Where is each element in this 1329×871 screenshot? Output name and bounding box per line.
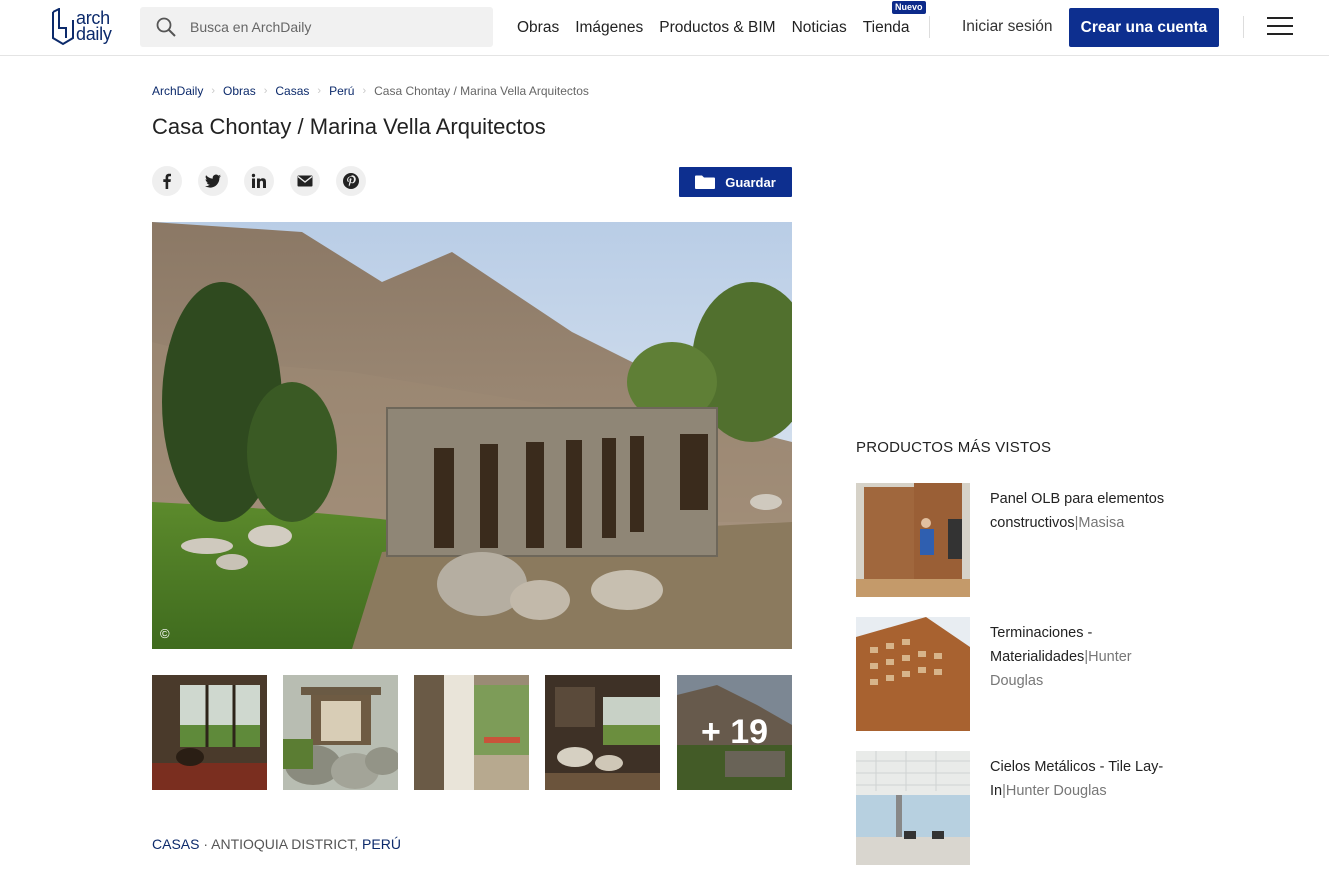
facebook-icon[interactable]	[152, 166, 182, 196]
product-image[interactable]	[856, 751, 970, 865]
create-account-button[interactable]: Crear una cuenta	[1069, 8, 1219, 47]
nav-noticias[interactable]: Noticias	[792, 19, 847, 37]
breadcrumb-casas[interactable]: Casas	[275, 84, 309, 98]
archdaily-logo[interactable]: arch daily	[50, 6, 120, 50]
pinterest-icon[interactable]	[336, 166, 366, 196]
logo-wordmark: arch daily	[76, 8, 112, 44]
tag-category[interactable]: CASAS	[152, 836, 199, 852]
menu-divider	[1243, 16, 1244, 38]
product-card[interactable]: Cielos Metálicos - Tile Lay-In|Hunter Do…	[856, 751, 1186, 865]
gallery-thumb-1[interactable]	[152, 675, 267, 790]
gallery-thumb-5[interactable]: + 19	[677, 675, 792, 790]
nav-obras[interactable]: Obras	[517, 19, 559, 37]
twitter-icon[interactable]	[198, 166, 228, 196]
tag-country[interactable]: PERÚ	[362, 836, 401, 852]
product-image[interactable]	[856, 617, 970, 731]
search-icon	[156, 17, 176, 37]
chevron-right-icon: ›	[317, 85, 322, 97]
search-bar[interactable]	[140, 7, 493, 47]
folder-icon	[695, 175, 716, 189]
hero-photo[interactable]: ©	[152, 222, 792, 649]
save-label: Guardar	[725, 174, 776, 190]
search-input[interactable]	[190, 7, 480, 47]
page-title: Casa Chontay / Marina Vella Arquitectos	[152, 114, 546, 139]
breadcrumb-current: Casa Chontay / Marina Vella Arquitectos	[374, 84, 589, 98]
product-brand[interactable]: Hunter Douglas	[1006, 783, 1107, 799]
email-icon[interactable]	[290, 166, 320, 196]
login-link[interactable]: Iniciar sesión	[962, 18, 1052, 36]
product-card[interactable]: Terminaciones - Materialidades|Hunter Do…	[856, 617, 1186, 731]
gallery-thumb-4[interactable]	[545, 675, 660, 790]
tag-dot: ·	[199, 836, 212, 852]
product-text: Panel OLB para elementos constructivos|M…	[990, 487, 1186, 535]
logo-mark-icon	[52, 8, 74, 46]
site-header: arch daily Obras Imágenes Productos & BI…	[0, 0, 1329, 56]
chevron-right-icon: ›	[211, 85, 216, 97]
product-card[interactable]: Panel OLB para elementos constructivos|M…	[856, 483, 1186, 597]
hamburger-menu-icon[interactable]	[1267, 17, 1293, 37]
gallery-thumbnails: + 19	[152, 675, 792, 790]
breadcrumb-archdaily[interactable]: ArchDaily	[152, 84, 203, 98]
chevron-right-icon: ›	[263, 85, 268, 97]
breadcrumb: ArchDaily › Obras › Casas › Perú › Casa …	[152, 84, 589, 98]
product-image[interactable]	[856, 483, 970, 597]
nav-imagenes[interactable]: Imágenes	[575, 19, 643, 37]
copyright-icon[interactable]: ©	[160, 626, 170, 641]
project-tags: CASAS · ANTIOQUIA DISTRICT, PERÚ	[152, 836, 401, 852]
chevron-right-icon: ›	[362, 85, 367, 97]
breadcrumb-peru[interactable]: Perú	[329, 84, 354, 98]
most-viewed-products-title: PRODUCTOS MÁS VISTOS	[856, 439, 1052, 456]
product-brand[interactable]: Masisa	[1078, 515, 1124, 531]
product-text: Terminaciones - Materialidades|Hunter Do…	[990, 621, 1186, 693]
tag-district: ANTIOQUIA DISTRICT	[211, 836, 355, 852]
tag-comma: ,	[354, 836, 363, 852]
share-bar	[152, 166, 382, 196]
breadcrumb-obras[interactable]: Obras	[223, 84, 256, 98]
nav-divider	[929, 16, 930, 38]
save-button[interactable]: Guardar	[679, 167, 792, 197]
product-name[interactable]: Terminaciones - Materialidades	[990, 625, 1092, 665]
new-badge: Nuevo	[892, 1, 926, 14]
product-text: Cielos Metálicos - Tile Lay-In|Hunter Do…	[990, 755, 1186, 803]
nav-productos-bim[interactable]: Productos & BIM	[659, 19, 775, 37]
main-nav: Obras Imágenes Productos & BIM Noticias …	[517, 0, 926, 56]
nav-tienda-label: Tienda	[862, 19, 910, 36]
more-photos-count[interactable]: + 19	[677, 675, 792, 790]
linkedin-icon[interactable]	[244, 166, 274, 196]
gallery-thumb-3[interactable]	[414, 675, 529, 790]
gallery-thumb-2[interactable]	[283, 675, 398, 790]
nav-tienda[interactable]: Tienda Nuevo	[862, 1, 926, 37]
